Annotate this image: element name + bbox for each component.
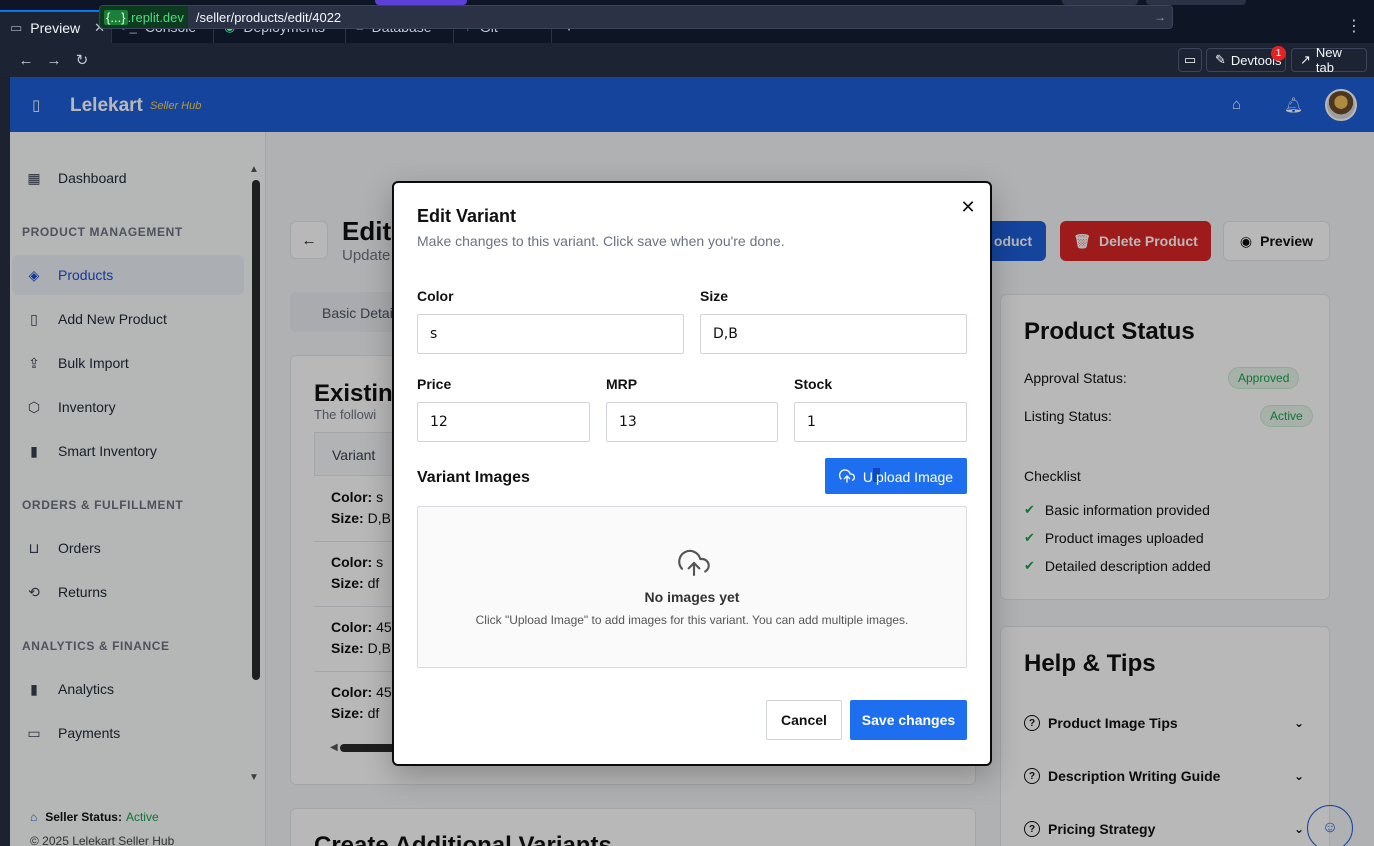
color-field[interactable]: s bbox=[417, 314, 684, 354]
cloud-upload-icon bbox=[838, 469, 855, 483]
url-host-domain: .replit.dev bbox=[127, 9, 184, 25]
monitor-icon: ▭ bbox=[10, 19, 23, 35]
more-vert-icon[interactable]: ⋮ bbox=[1346, 16, 1362, 36]
url-bar: ← → ↻ bbox=[0, 43, 1374, 77]
price-field[interactable]: 12 bbox=[417, 402, 590, 442]
close-icon[interactable]: ✕ bbox=[958, 197, 978, 217]
stock-field[interactable]: 1 bbox=[794, 402, 967, 442]
cancel-button[interactable]: Cancel bbox=[766, 700, 842, 740]
wrench-icon: ✎ bbox=[1215, 52, 1226, 67]
forward-arrow-icon[interactable]: → bbox=[40, 52, 68, 69]
monitor-icon: ▭ bbox=[1183, 52, 1197, 67]
mrp-field[interactable]: 13 bbox=[606, 402, 778, 442]
size-field[interactable]: D,B bbox=[700, 314, 967, 354]
empty-state-subtitle: Click "Upload Image" to add images for t… bbox=[475, 613, 909, 627]
new-tab-label: New tab bbox=[1315, 45, 1342, 75]
go-arrow-icon[interactable]: → bbox=[1148, 6, 1172, 28]
tab-preview[interactable]: ▭ Preview ✕ bbox=[0, 10, 112, 43]
url-path[interactable]: /seller/products/edit/4022 bbox=[187, 6, 1148, 28]
url-field[interactable]: {...} .replit.dev /seller/products/edit/4… bbox=[99, 5, 1173, 29]
edit-variant-dialog: Edit Variant Make changes to this varian… bbox=[392, 181, 992, 766]
tab-label: Preview bbox=[30, 19, 81, 36]
upload-image-label: Upload Image bbox=[862, 467, 954, 485]
back-arrow-icon[interactable]: ← bbox=[12, 52, 40, 69]
new-tab-button[interactable]: ↗ New tab bbox=[1291, 45, 1367, 75]
upload-image-button[interactable]: Upload Image bbox=[825, 458, 967, 494]
screen-toggle-button[interactable]: ▭ bbox=[1178, 48, 1202, 72]
url-host: {...} .replit.dev bbox=[100, 6, 188, 28]
upload-label-prefix: U bbox=[862, 468, 874, 485]
mrp-label: MRP bbox=[606, 376, 638, 392]
external-link-icon: ↗ bbox=[1300, 52, 1311, 67]
color-label: Color bbox=[417, 288, 454, 304]
empty-state-title: No images yet bbox=[644, 589, 740, 605]
reload-icon[interactable]: ↻ bbox=[68, 51, 96, 69]
dialog-description: Make changes to this variant. Click save… bbox=[417, 233, 785, 249]
url-host-prefix: {...} bbox=[104, 9, 128, 25]
cloud-upload-icon bbox=[678, 549, 710, 577]
dialog-title: Edit Variant bbox=[417, 206, 517, 226]
price-label: Price bbox=[417, 376, 452, 392]
image-dropzone[interactable]: No images yet Click "Upload Image" to ad… bbox=[417, 506, 967, 668]
stock-label: Stock bbox=[794, 376, 833, 392]
upload-label-rest: pload Image bbox=[876, 468, 954, 485]
save-changes-button[interactable]: Save changes bbox=[850, 700, 967, 740]
notification-badge: 1 bbox=[1271, 46, 1286, 61]
variant-images-title: Variant Images bbox=[417, 469, 530, 486]
size-label: Size bbox=[700, 288, 729, 304]
